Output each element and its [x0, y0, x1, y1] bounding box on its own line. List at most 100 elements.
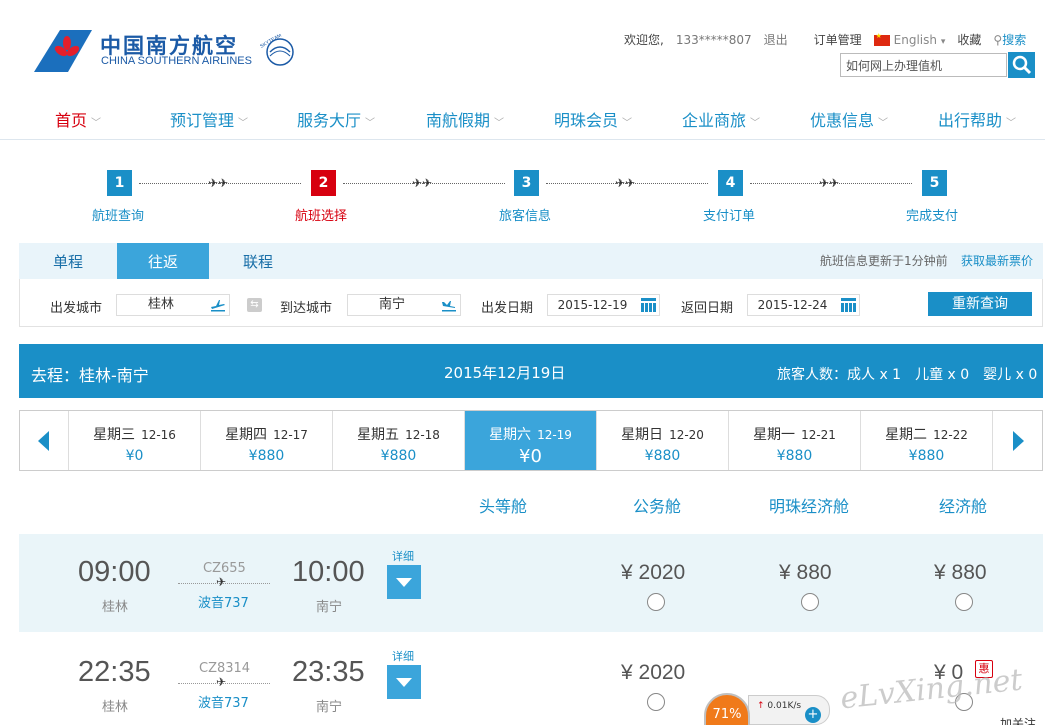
return-date-label: 返回日期 — [681, 301, 734, 316]
arrival-time: 23:35 — [292, 656, 365, 688]
nav-promotions[interactable]: 优惠信息 ﹀ — [810, 107, 888, 131]
step-1-label: 航班查询 — [92, 209, 145, 224]
business-fare-radio[interactable] — [647, 693, 665, 711]
chevron-down-icon: ﹀ — [1006, 118, 1017, 129]
date-cell-selected[interactable]: 星期六 12-19 ¥0 — [464, 411, 596, 470]
step-3-number: 3 — [514, 170, 539, 196]
step-3-label: 旅客信息 — [499, 209, 552, 224]
tab-multi-city[interactable]: 联程 — [209, 243, 307, 279]
departure-time: 22:35 — [78, 656, 151, 688]
date-cell[interactable]: 星期三 12-16 ¥0 — [68, 411, 200, 470]
step-1-number: 1 — [107, 170, 132, 196]
nav-service[interactable]: 服务大厅 ﹀ — [297, 107, 375, 131]
requery-button[interactable]: 重新查询 — [928, 292, 1032, 316]
skyteam-logo-icon: SKYTEAM — [259, 34, 294, 66]
step-5-number: 5 — [922, 170, 947, 196]
pearl-economy-fare-radio[interactable] — [801, 593, 819, 611]
welcome-text: 欢迎您, — [624, 33, 664, 47]
nav-booking[interactable]: 预订管理 ﹀ — [170, 107, 248, 131]
step-4-number: 4 — [718, 170, 743, 196]
orders-link[interactable]: 订单管理 — [814, 31, 862, 48]
plane-icon: ✈✈ — [412, 176, 433, 190]
aircraft-type-link[interactable]: 波音737 — [198, 692, 249, 711]
plane-icon: ✈✈ — [615, 176, 636, 190]
date-cell[interactable]: 星期日 12-20 ¥880 — [596, 411, 728, 470]
search-icon — [1012, 55, 1031, 75]
step-5-label: 完成支付 — [906, 209, 959, 224]
arrow-up-icon: ↑ — [757, 701, 765, 711]
plus-icon[interactable]: + — [805, 707, 821, 723]
plane-icon: ✈✈ — [208, 176, 229, 190]
language-selector[interactable]: English ▾ — [873, 32, 945, 47]
arrival-city: 南宁 — [316, 600, 343, 615]
chevron-down-icon: ﹀ — [494, 118, 505, 129]
expand-detail-button[interactable] — [387, 565, 421, 599]
from-city-label: 出发城市 — [50, 301, 103, 316]
flight-row — [19, 534, 1043, 632]
top-links: 欢迎您, 133*****807 退出 订单管理 English ▾ 收藏 ⚲搜… — [624, 31, 1038, 48]
nav-pearl-member[interactable]: 明珠会员 ﹀ — [554, 107, 632, 131]
flight-number: CZ655 — [203, 561, 246, 576]
calendar-icon — [641, 298, 656, 312]
chevron-down-icon: ﹀ — [750, 118, 761, 129]
step-4-label: 支付订单 — [703, 209, 756, 224]
main-nav: 首页 ﹀ 预订管理 ﹀ 服务大厅 ﹀ 南航假期 ﹀ 明珠会员 ﹀ 企业商旅 ﹀ 优惠信息 ﹀ … — [0, 107, 1045, 131]
date-strip: 星期三 12-16 ¥0 星期四 12-17 ¥880 星期五 12-18 ¥880 星期六… — [19, 410, 1043, 471]
economy-fare-radio[interactable] — [955, 593, 973, 611]
next-dates-button[interactable] — [992, 411, 1042, 470]
magnifier-icon: ⚲ — [993, 33, 1003, 47]
tab-one-way[interactable]: 单程 — [19, 243, 117, 279]
expand-detail-button[interactable] — [387, 665, 421, 699]
upload-speed: ↑ 0.01K/s — [757, 701, 802, 711]
search-button[interactable] — [1008, 52, 1035, 78]
step-2-number: 2 — [311, 170, 336, 196]
step-2-label: 航班选择 — [295, 209, 348, 224]
detail-link[interactable]: 详细 — [392, 648, 414, 664]
update-note: 航班信息更新于1分钟前 — [820, 254, 948, 268]
cabin-first-header: 头等舱 — [479, 497, 528, 516]
detail-link[interactable]: 详细 — [392, 548, 414, 564]
arrow-right-icon — [1012, 430, 1024, 451]
search-input[interactable] — [840, 53, 1007, 77]
departure-time: 09:00 — [78, 556, 151, 588]
to-city-field[interactable]: 南宁 — [347, 294, 461, 316]
nav-business-travel[interactable]: 企业商旅 ﹀ — [682, 107, 760, 131]
favorites-link[interactable]: 收藏 — [957, 31, 981, 48]
departure-city: 桂林 — [102, 600, 129, 615]
depart-date-label: 出发日期 — [481, 301, 534, 316]
china-southern-logo-icon[interactable] — [34, 30, 92, 72]
business-price: ¥ 2020 — [621, 561, 686, 584]
nav-help[interactable]: 出行帮助 ﹀ — [938, 107, 1016, 131]
nav-holiday[interactable]: 南航假期 ﹀ — [426, 107, 504, 131]
depart-date-field[interactable]: 2015-12-19 — [547, 294, 660, 316]
pearl-economy-price: ¥ 880 — [779, 561, 832, 584]
refresh-fares-link[interactable]: 获取最新票价 — [961, 252, 1033, 269]
cabin-pearl-economy-header: 明珠经济舱 — [769, 497, 850, 516]
business-fare-radio[interactable] — [647, 593, 665, 611]
business-price: ¥ 2020 — [621, 661, 686, 684]
departure-city: 桂林 — [102, 700, 129, 715]
calendar-icon — [841, 298, 856, 312]
date-cell[interactable]: 星期五 12-18 ¥880 — [332, 411, 464, 470]
tab-round-trip[interactable]: 往返 — [117, 243, 209, 279]
logout-link[interactable]: 退出 — [764, 31, 788, 48]
cabin-business-header: 公务舱 — [633, 497, 682, 516]
flight-number: CZ8314 — [199, 661, 251, 676]
date-cell[interactable]: 星期四 12-17 ¥880 — [200, 411, 332, 470]
banner-date: 2015年12月19日 — [444, 364, 566, 382]
nav-home[interactable]: 首页 ﹀ — [55, 107, 101, 131]
return-date-field[interactable]: 2015-12-24 — [747, 294, 860, 316]
date-cell[interactable]: 星期一 12-21 ¥880 — [728, 411, 860, 470]
arrow-left-icon — [38, 430, 49, 451]
date-cell[interactable]: 星期二 12-22 ¥880 — [860, 411, 992, 470]
passenger-count: 旅客人数：成人 x 1 儿童 x 0 婴儿 x 0 — [777, 367, 1038, 383]
swap-cities-icon[interactable]: ⇆ — [247, 298, 262, 312]
user-account[interactable]: 133*****807 — [676, 33, 752, 47]
add-follow-link[interactable]: 加关注 — [1000, 715, 1036, 725]
aircraft-type-link[interactable]: 波音737 — [198, 592, 249, 611]
nav-divider — [0, 139, 1045, 140]
arrival-city: 南宁 — [316, 700, 343, 715]
search-link[interactable]: ⚲搜索 — [993, 31, 1026, 48]
from-city-field[interactable]: 桂林 — [116, 294, 230, 316]
prev-dates-button[interactable] — [20, 411, 68, 470]
